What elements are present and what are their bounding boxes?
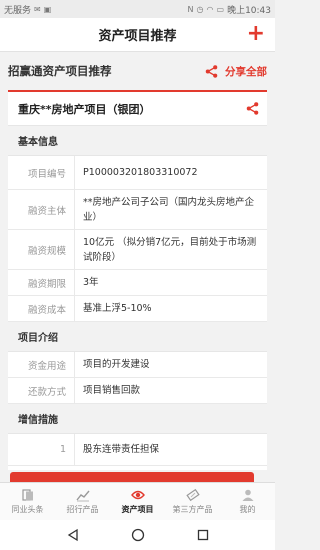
share-all-label: 分享全部 (225, 65, 267, 78)
wifi-icon: ◠ (206, 4, 214, 14)
tab-mine[interactable]: 我的 (220, 483, 275, 520)
recents-icon[interactable] (196, 528, 210, 542)
tab-label: 资产项目 (121, 505, 154, 514)
card-header: 重庆**房地产项目（银团） (8, 92, 267, 126)
table-row: 资金用途 项目的开发建设 (8, 352, 267, 378)
tab-label: 招行产品 (66, 505, 99, 514)
carrier-text: 无服务 (4, 5, 32, 16)
row-label: 融资成本 (8, 296, 75, 321)
header: 资产项目推荐 + (0, 18, 275, 52)
row-label: 融资期限 (8, 270, 75, 295)
tab-third-party-products[interactable]: 第三方产品 (165, 483, 220, 520)
alarm-icon: ◷ (196, 4, 204, 14)
tab-industry-news[interactable]: 同业头条 (0, 483, 55, 520)
tab-cmb-products[interactable]: 招行产品 (55, 483, 110, 520)
ticket-icon (185, 488, 200, 502)
tab-label: 同业头条 (11, 505, 44, 514)
add-button[interactable]: + (247, 21, 265, 47)
nfc-icon: N (187, 4, 194, 14)
row-value: 项目的开发建设 (83, 359, 150, 370)
table-row: 融资主体 **房地产公司子公司（国内龙头房地产企业） (8, 190, 267, 230)
clock-text: 晚上10:43 (227, 5, 271, 16)
tab-label: 我的 (239, 505, 256, 514)
table-row: 融资规模 10亿元 （拟分销7亿元，目前处于市场测试阶段） (8, 230, 267, 270)
person-icon (242, 489, 253, 501)
table-row: 项目编号 P100003201803310072 (8, 156, 267, 190)
system-nav-bar (0, 520, 275, 550)
row-value: 3年 (83, 277, 99, 288)
table-row: 1 股东连带责任担保 (8, 434, 267, 466)
bottom-tab-bar: 同业头条 招行产品 资产项目 第三方产品 我的 (0, 482, 275, 520)
row-value: P100003201803310072 (83, 167, 198, 178)
table-row: 融资成本 基准上浮5-10% (8, 296, 267, 322)
table-row: 融资期限 3年 (8, 270, 267, 296)
section-project-intro: 项目介绍 (8, 322, 267, 352)
page-title: 资产项目推荐 (98, 29, 177, 44)
email-icon: ✉ (34, 4, 41, 14)
trend-icon (75, 490, 90, 502)
book-icon (21, 489, 33, 501)
next-card-edge[interactable] (10, 472, 254, 482)
image-icon: ▣ (43, 4, 52, 14)
row-value: 股东连带责任担保 (83, 444, 160, 455)
share-all-button[interactable]: 分享全部 (205, 64, 267, 79)
tab-asset-projects[interactable]: 资产项目 (110, 483, 165, 520)
list-header: 招赢通资产项目推荐 分享全部 (0, 52, 275, 90)
status-bar: 无服务 ✉ ▣ N ◷ ◠ ▭ 晚上10:43 (0, 0, 275, 18)
row-label: 融资主体 (8, 190, 75, 229)
tab-label: 第三方产品 (172, 505, 213, 514)
project-card[interactable]: 重庆**房地产项目（银团） 基本信息 项目编号 P100003201803310… (8, 90, 267, 470)
project-title: 重庆**房地产项目（银团） (18, 102, 151, 116)
eye-icon (130, 490, 145, 500)
table-row: 还款方式 项目销售回款 (8, 378, 267, 404)
section-credit-enhancement: 增信措施 (8, 404, 267, 434)
row-value: **房地产公司子公司（国内龙头房地产企业） (83, 196, 255, 223)
section-basic-info: 基本信息 (8, 126, 267, 156)
share-icon[interactable] (246, 102, 259, 115)
row-label: 资金用途 (8, 352, 75, 377)
battery-icon: ▭ (216, 4, 225, 14)
back-icon[interactable] (66, 528, 80, 542)
list-title: 招赢通资产项目推荐 (8, 64, 112, 78)
row-label: 还款方式 (8, 378, 75, 403)
row-value: 10亿元 （拟分销7亿元，目前处于市场测试阶段） (83, 236, 257, 263)
share-icon (205, 64, 218, 78)
home-icon[interactable] (131, 528, 145, 542)
row-value: 项目销售回款 (83, 385, 141, 396)
row-label: 项目编号 (8, 156, 75, 189)
row-index: 1 (8, 434, 75, 465)
row-value: 基准上浮5-10% (83, 303, 152, 314)
row-label: 融资规模 (8, 230, 75, 269)
